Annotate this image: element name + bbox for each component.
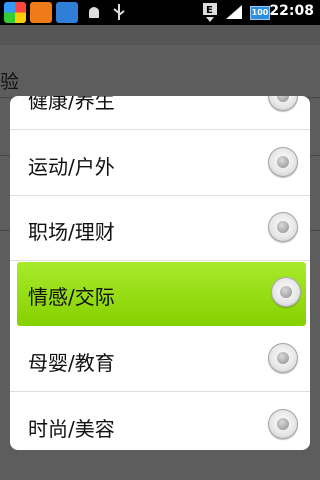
colorful-app-icon (4, 2, 26, 23)
battery-icon: 100 (250, 6, 270, 20)
usb-icon (113, 4, 125, 20)
svg-text:E: E (206, 5, 213, 16)
option-row[interactable]: 时尚/美容 (10, 394, 310, 450)
radio-button-icon[interactable] (271, 277, 301, 307)
clock: 22:08 (269, 3, 314, 19)
option-label: 母婴/教育 (28, 351, 115, 375)
option-row[interactable]: 运动/户外 (10, 132, 310, 196)
radio-button-icon[interactable] (268, 212, 298, 242)
signal-icon (226, 5, 242, 19)
data-e-icon: E (203, 3, 217, 22)
option-row-selected[interactable]: 情感/交际 (17, 262, 306, 326)
radio-button-icon[interactable] (268, 96, 298, 111)
option-label: 健康/养生 (28, 96, 115, 113)
option-row[interactable]: 职场/理财 (10, 197, 310, 261)
option-row[interactable]: 母婴/教育 (10, 328, 310, 392)
radio-button-icon[interactable] (268, 343, 298, 373)
radio-button-icon[interactable] (268, 147, 298, 177)
status-bar: E 100 22:08 (0, 0, 320, 25)
option-row[interactable]: 健康/养生 (10, 96, 310, 130)
orange-app-icon (30, 2, 52, 23)
mail-app-icon (56, 2, 78, 23)
option-label: 运动/户外 (28, 155, 115, 179)
android-debug-icon (89, 7, 99, 18)
option-label: 职场/理财 (28, 220, 115, 244)
radio-button-icon[interactable] (268, 409, 298, 439)
category-picker-dialog: 健康/养生 运动/户外 职场/理财 情感/交际 母婴/教育 时尚/美容 (10, 96, 310, 450)
option-label: 时尚/美容 (28, 417, 115, 441)
option-label: 情感/交际 (28, 285, 115, 309)
